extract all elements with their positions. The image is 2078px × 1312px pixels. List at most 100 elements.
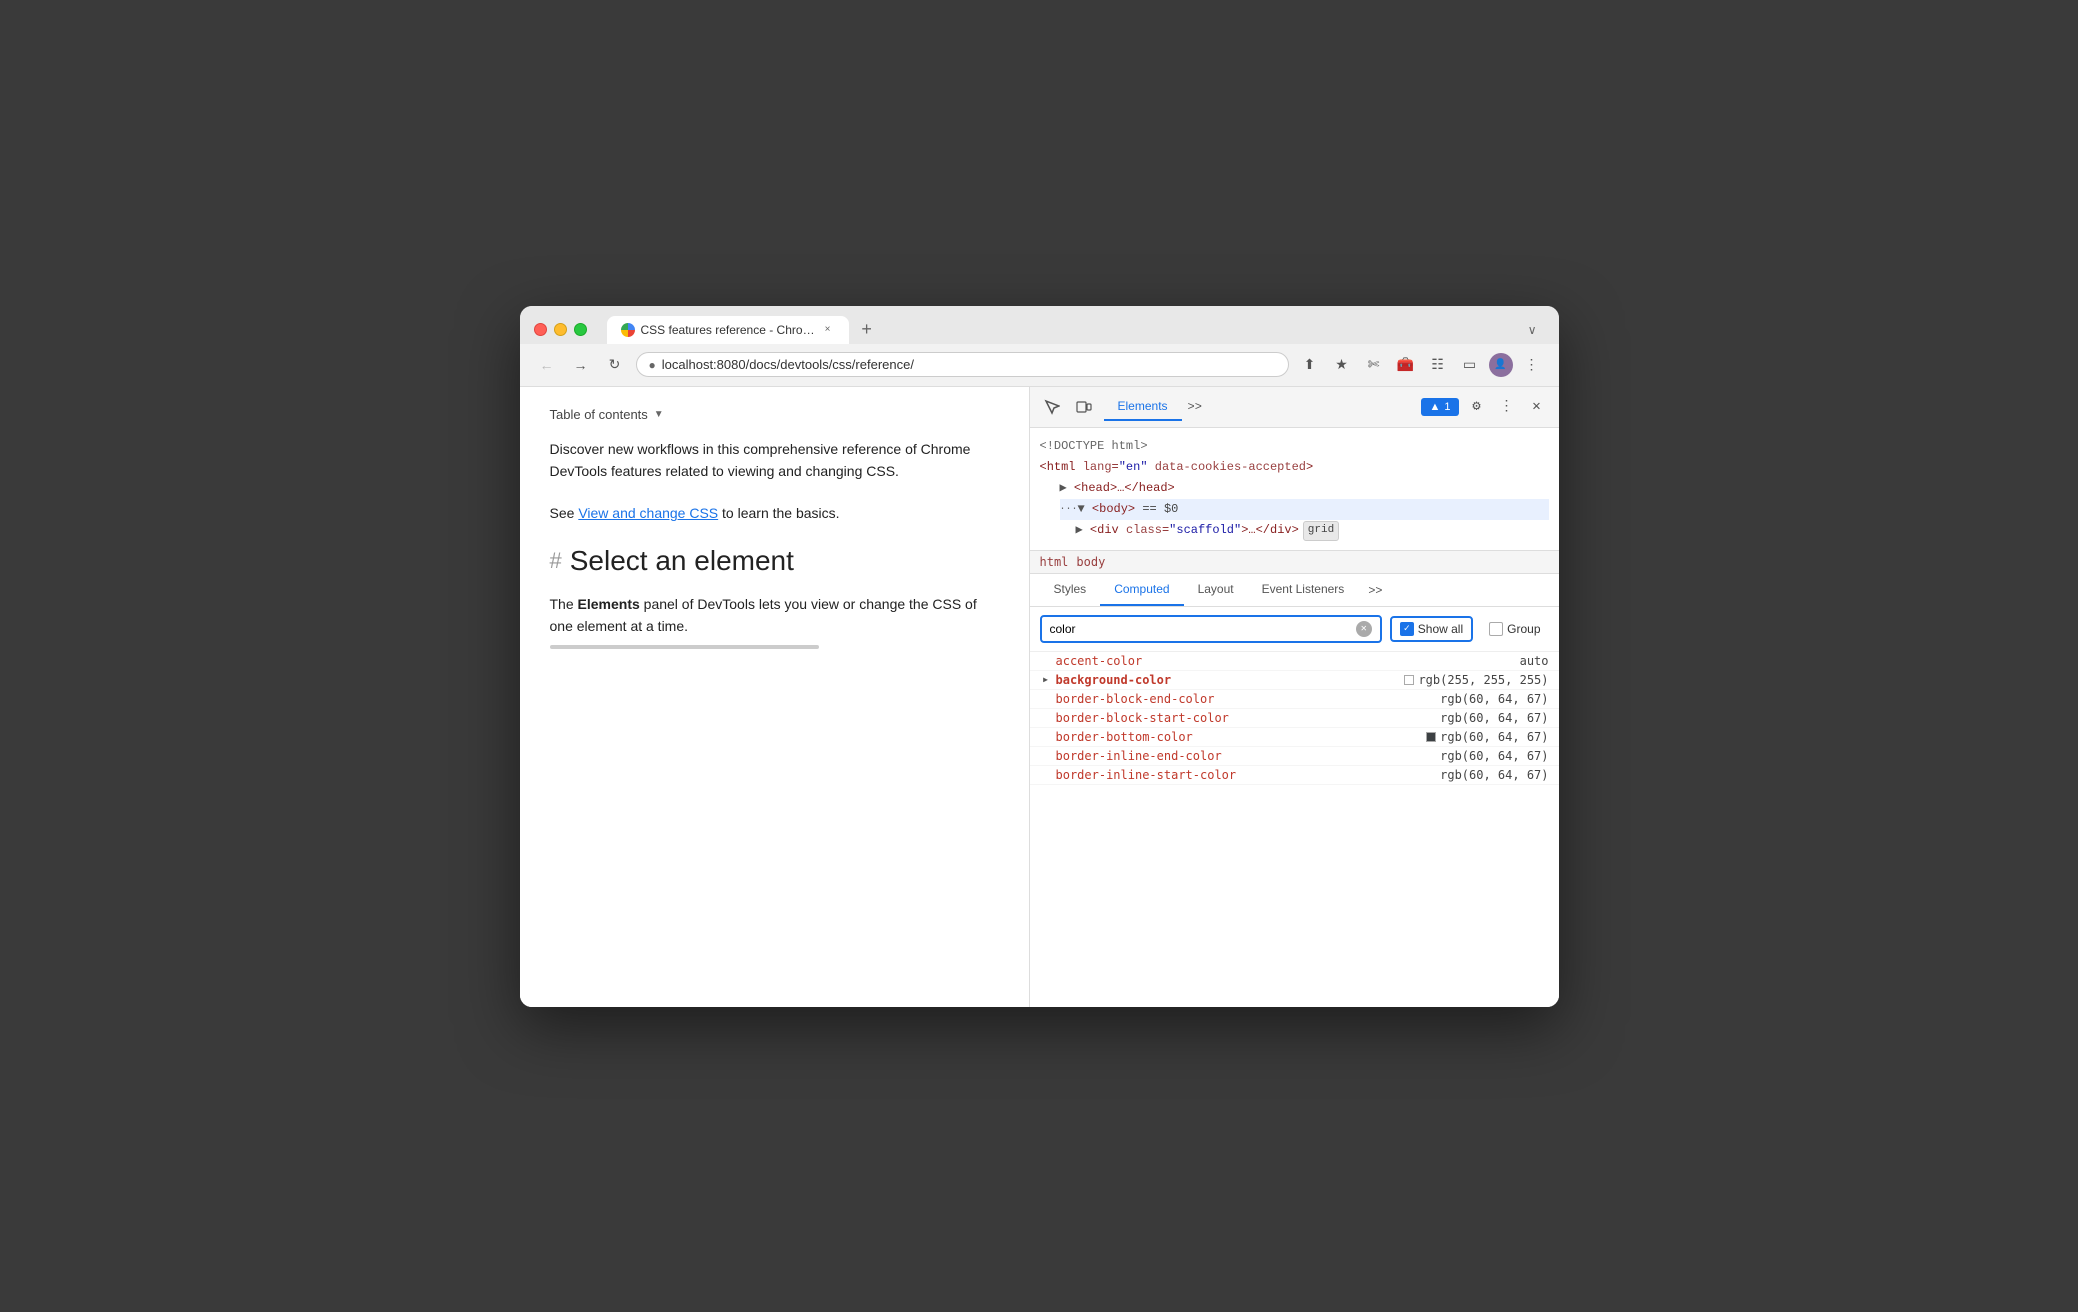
device-mode-icon[interactable]	[1072, 395, 1096, 419]
expand-icon	[1040, 655, 1052, 667]
css-value-background-color: rgb(255, 255, 255)	[1404, 673, 1548, 687]
tab-elements[interactable]: Elements	[1104, 393, 1182, 421]
breadcrumb-bar: html body	[1030, 551, 1559, 574]
section-heading: # Select an element	[550, 545, 999, 577]
browser-toolbar: ← → ↻ ● localhost:8080/docs/devtools/css…	[520, 344, 1559, 387]
close-window-button[interactable]	[534, 323, 547, 336]
show-all-checkbox[interactable]	[1400, 622, 1414, 636]
div-tag: <div class="scaffold">…</div>	[1083, 521, 1299, 540]
reload-icon: ↻	[609, 356, 621, 373]
body-tag: <body>	[1085, 500, 1135, 519]
css-row-border-block-end-color[interactable]: border-block-end-color rgb(60, 64, 67)	[1030, 690, 1559, 709]
css-value-border-block-start-color: rgb(60, 64, 67)	[1440, 711, 1548, 725]
filter-input[interactable]	[1050, 622, 1352, 636]
user-avatar[interactable]: 👤	[1489, 353, 1513, 377]
css-prop-border-block-start-color: border-block-start-color	[1040, 711, 1441, 725]
dom-line-doctype: <!DOCTYPE html>	[1040, 436, 1549, 457]
expand-icon	[1040, 693, 1052, 705]
page-description-1: Discover new workflows in this comprehen…	[550, 438, 999, 483]
body-expand-icon[interactable]: ▼	[1078, 500, 1085, 519]
page-description-2: See View and change CSS to learn the bas…	[550, 502, 999, 524]
tab-computed[interactable]: Computed	[1100, 574, 1183, 606]
toc-arrow-icon: ▼	[654, 409, 664, 420]
dom-line-div: ▶ <div class="scaffold">…</div> grid	[1076, 520, 1549, 542]
group-checkbox[interactable]	[1489, 622, 1503, 636]
doctype-text: <!DOCTYPE html>	[1040, 437, 1148, 456]
console-messages-button[interactable]: ▲ 1	[1421, 398, 1458, 416]
section-title: Select an element	[570, 545, 794, 577]
devtools-panel: Elements >> ▲ 1 ⚙ ⋮ ✕ <!DOCTYPE html>	[1030, 387, 1559, 1007]
tab-favicon	[621, 323, 635, 337]
title-bar: CSS features reference - Chro… × + ∨	[520, 306, 1559, 344]
tab-event-listeners[interactable]: Event Listeners	[1248, 574, 1359, 606]
devtools-icon[interactable]: ☷	[1425, 352, 1451, 378]
back-button[interactable]: ←	[534, 352, 560, 378]
forward-button[interactable]: →	[568, 352, 594, 378]
description-suffix: to learn the basics.	[718, 505, 839, 521]
main-area: Table of contents ▼ Discover new workflo…	[520, 387, 1559, 1007]
group-label: Group	[1507, 622, 1540, 636]
breadcrumb-body[interactable]: body	[1076, 555, 1105, 569]
breadcrumb-html[interactable]: html	[1040, 555, 1069, 569]
css-row-background-color[interactable]: ▶ background-color rgb(255, 255, 255)	[1030, 671, 1559, 690]
devtools-main-tabs: Elements >>	[1104, 393, 1208, 421]
share-icon[interactable]: ⬆	[1297, 352, 1323, 378]
css-row-accent-color[interactable]: accent-color auto	[1030, 652, 1559, 671]
section-hash: #	[550, 548, 562, 574]
forward-icon: →	[574, 357, 588, 373]
filter-clear-button[interactable]: ✕	[1356, 621, 1372, 637]
dom-line-head: ▶ <head>…</head>	[1060, 478, 1549, 499]
tab-styles[interactable]: Styles	[1040, 574, 1101, 606]
maximize-window-button[interactable]	[574, 323, 587, 336]
css-prop-border-bottom-color: border-bottom-color	[1040, 730, 1427, 744]
expand-icon	[1040, 750, 1052, 762]
bookmark-icon[interactable]: ★	[1329, 352, 1355, 378]
css-row-border-bottom-color[interactable]: border-bottom-color rgb(60, 64, 67)	[1030, 728, 1559, 747]
minimize-window-button[interactable]	[554, 323, 567, 336]
extensions-icon[interactable]: 🧰	[1393, 352, 1419, 378]
settings-icon[interactable]: ⚙	[1465, 395, 1489, 419]
div-expand-icon[interactable]: ▶	[1076, 521, 1083, 540]
menu-icon[interactable]: ⋮	[1519, 352, 1545, 378]
head-expand-icon[interactable]: ▶	[1060, 479, 1067, 498]
expand-icon[interactable]: ▶	[1040, 674, 1052, 686]
computed-more-tabs[interactable]: >>	[1362, 579, 1388, 601]
filter-input-wrapper: ✕	[1040, 615, 1382, 643]
dom-line-body[interactable]: ··· ▼ <body> == $0	[1060, 499, 1549, 520]
css-row-border-inline-start-color[interactable]: border-inline-start-color rgb(60, 64, 67…	[1030, 766, 1559, 785]
section-body-prefix: The	[550, 596, 578, 612]
css-properties-list: accent-color auto ▶ background-color rgb…	[1030, 652, 1559, 1007]
tab-menu-button[interactable]: ∨	[1520, 319, 1545, 341]
browser-tab-active[interactable]: CSS features reference - Chro… ×	[607, 316, 849, 344]
css-row-border-inline-end-color[interactable]: border-inline-end-color rgb(60, 64, 67)	[1030, 747, 1559, 766]
section-body: The Elements panel of DevTools lets you …	[550, 593, 999, 638]
browser-window: CSS features reference - Chro… × + ∨ ← →…	[520, 306, 1559, 1007]
tabs-bar: CSS features reference - Chro… × +	[607, 316, 1510, 344]
cut-icon[interactable]: ✄	[1361, 352, 1387, 378]
body-dots: ···	[1060, 502, 1078, 518]
devtools-more-icon[interactable]: ⋮	[1495, 395, 1519, 419]
css-prop-accent-color: accent-color	[1040, 654, 1520, 668]
close-devtools-icon[interactable]: ✕	[1525, 395, 1549, 419]
show-all-wrapper: Show all	[1390, 616, 1473, 642]
css-value-border-inline-start-color: rgb(60, 64, 67)	[1440, 768, 1548, 782]
reload-button[interactable]: ↻	[602, 352, 628, 378]
description-link[interactable]: View and change CSS	[578, 505, 718, 521]
tab-close-button[interactable]: ×	[821, 323, 835, 337]
section-body-bold: Elements	[578, 596, 640, 612]
css-value-border-block-end-color: rgb(60, 64, 67)	[1440, 692, 1548, 706]
new-tab-button[interactable]: +	[853, 316, 881, 344]
devtools-more-tabs[interactable]: >>	[1182, 396, 1208, 418]
css-row-border-block-start-color[interactable]: border-block-start-color rgb(60, 64, 67)	[1030, 709, 1559, 728]
group-wrapper: Group	[1481, 618, 1548, 640]
webpage-panel: Table of contents ▼ Discover new workflo…	[520, 387, 1030, 1007]
address-bar[interactable]: ● localhost:8080/docs/devtools/css/refer…	[636, 352, 1289, 377]
webpage-scrollbar[interactable]	[550, 645, 819, 649]
description-prefix: See	[550, 505, 579, 521]
element-picker-icon[interactable]	[1040, 395, 1064, 419]
sidebar-icon[interactable]: ▭	[1457, 352, 1483, 378]
tab-layout[interactable]: Layout	[1184, 574, 1248, 606]
grid-badge: grid	[1303, 521, 1339, 541]
expand-icon	[1040, 731, 1052, 743]
css-value-border-bottom-color: rgb(60, 64, 67)	[1426, 730, 1548, 744]
